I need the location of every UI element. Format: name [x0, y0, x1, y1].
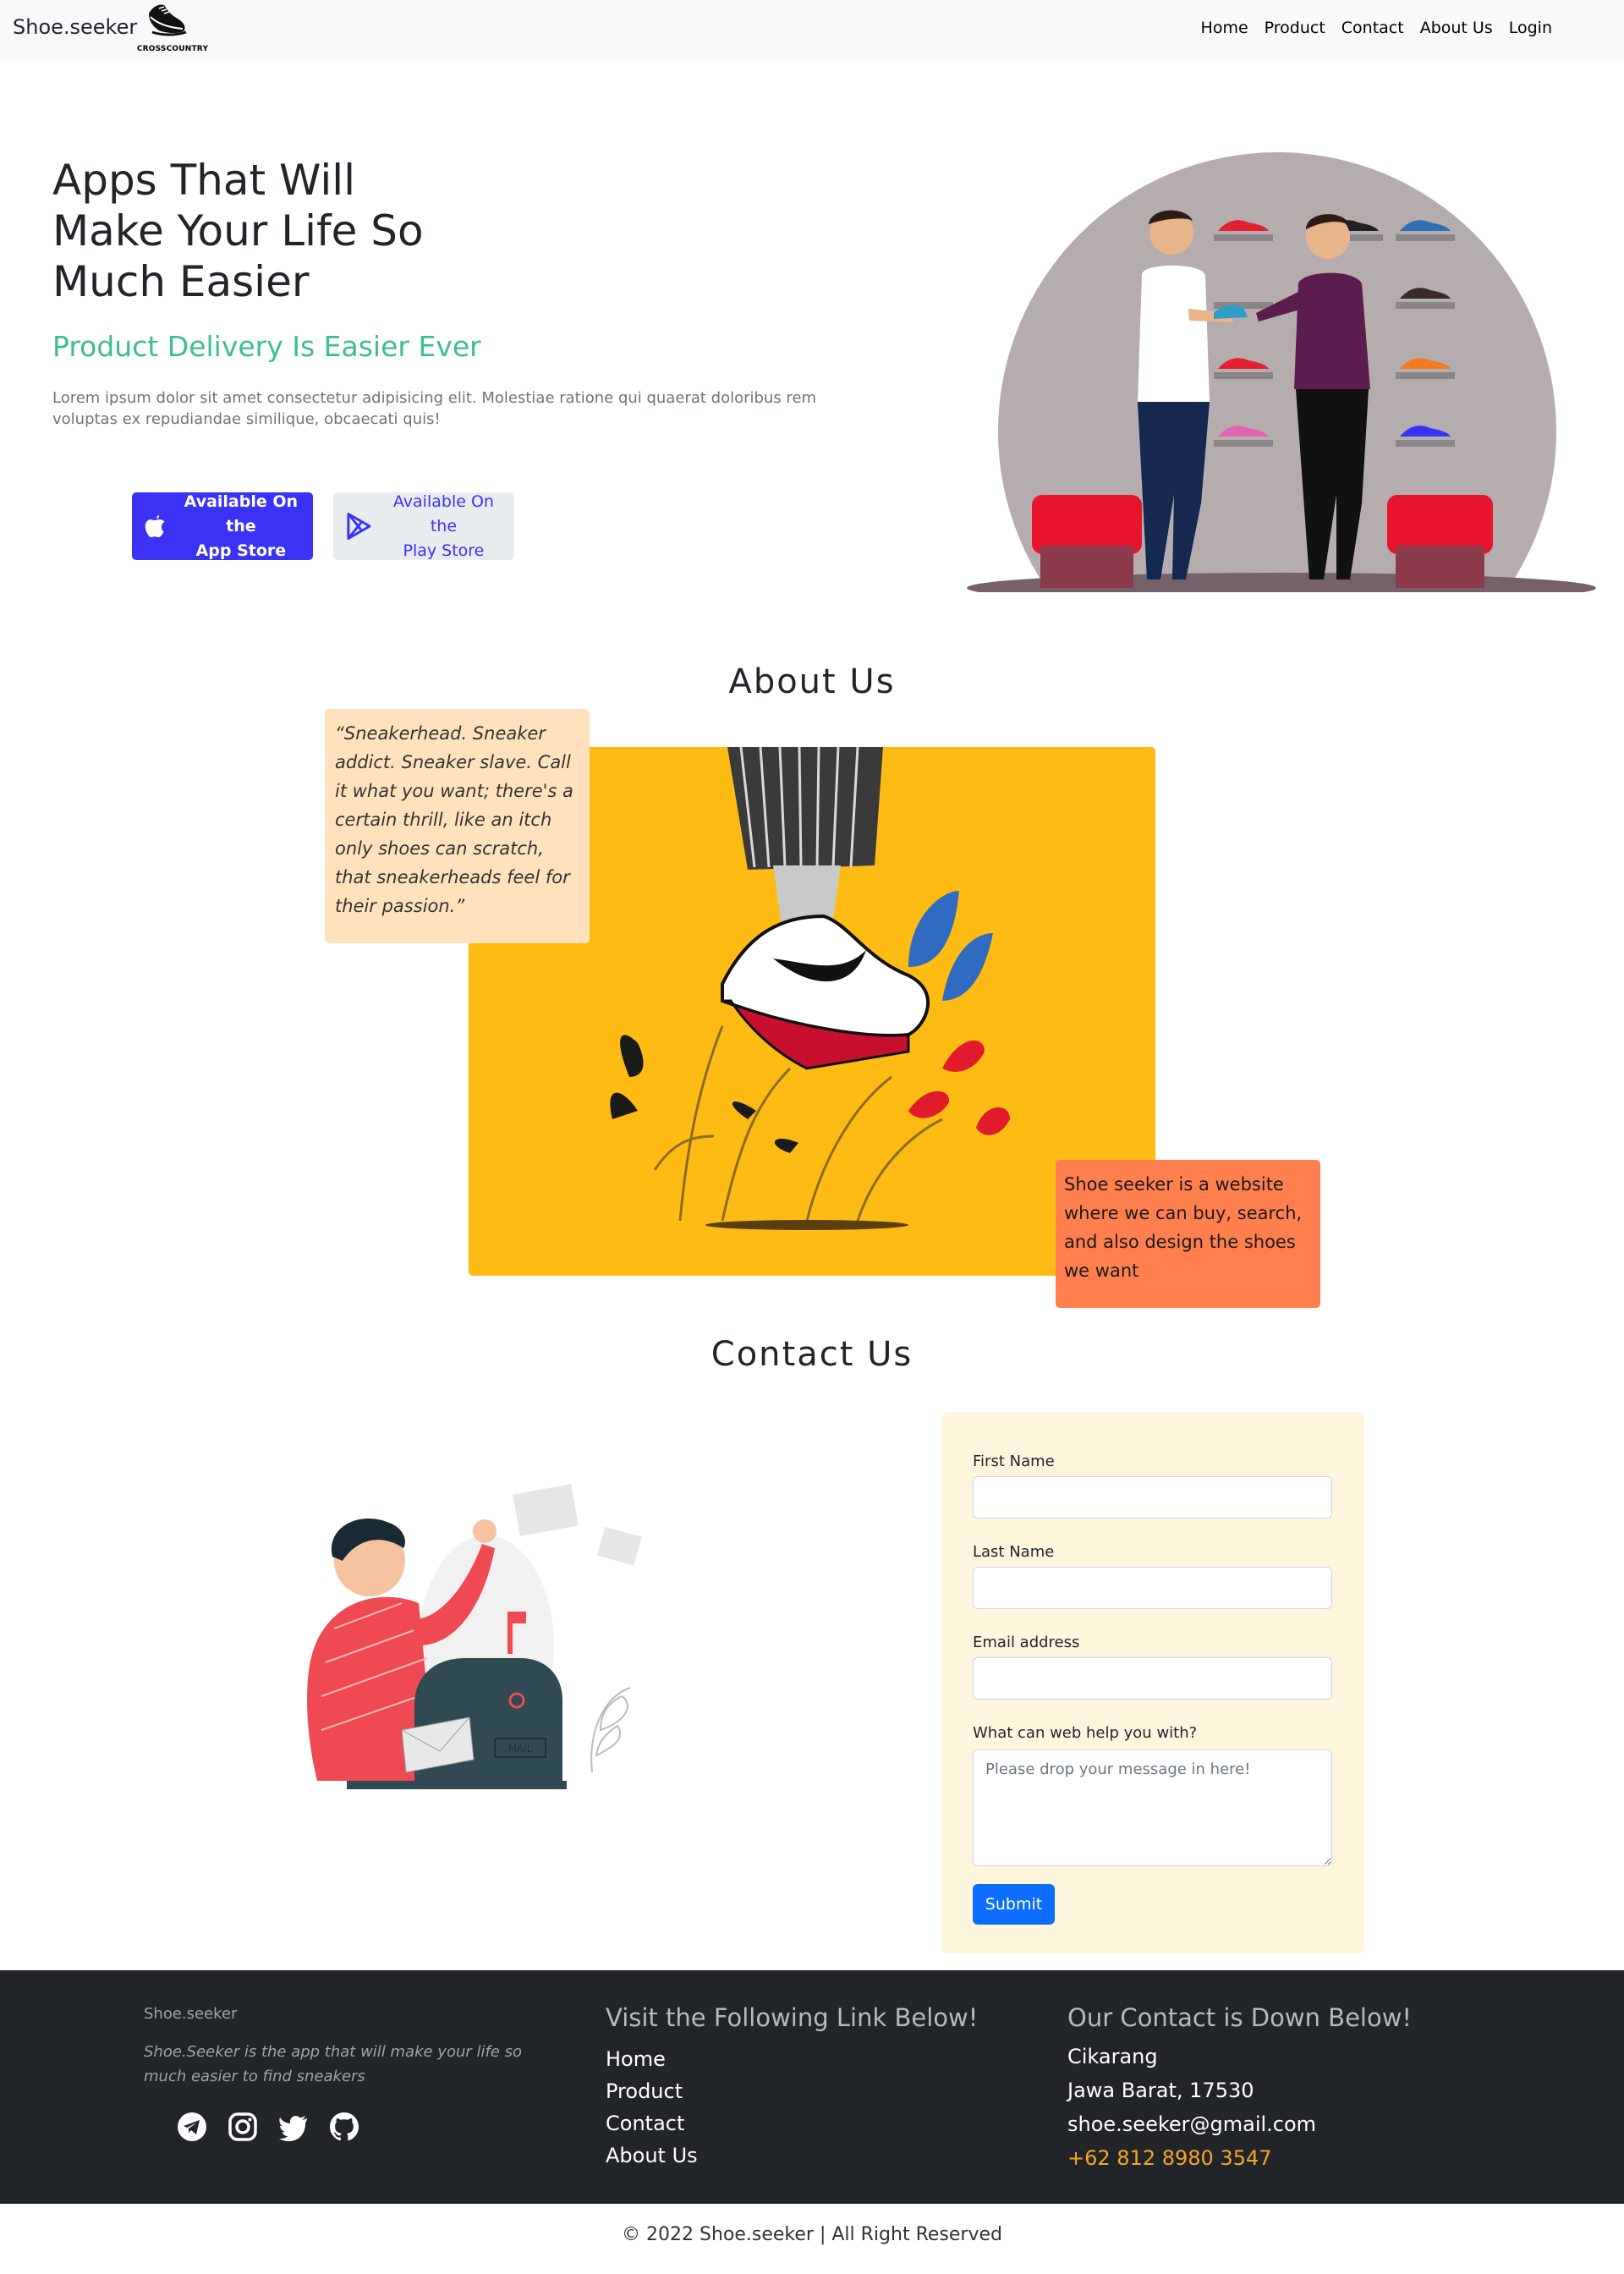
nav-login[interactable]: Login [1509, 19, 1552, 37]
instagram-icon[interactable] [228, 2112, 258, 2142]
contact-form: First Name Last Name Email address What … [941, 1412, 1364, 1953]
message-label: What can web help you with? [973, 1724, 1198, 1742]
first-name-label: First Name [973, 1453, 1055, 1470]
email-input[interactable] [973, 1657, 1332, 1700]
navbar: Shoe.seeker CROSSCOUNTRY Home Product Co… [0, 0, 1624, 59]
footer: Shoe.seeker Shoe.Seeker is the app that … [0, 1970, 1624, 2204]
footer-phone[interactable]: +62 812 8980 3547 [1067, 2141, 1316, 2175]
app-store-line2: App Store [195, 541, 287, 560]
about-description: Shoe seeker is a website where we can bu… [1056, 1160, 1320, 1308]
footer-link-home[interactable]: Home [606, 2043, 698, 2075]
last-name-label: Last Name [973, 1543, 1055, 1561]
play-store-icon [347, 513, 371, 540]
first-name-input[interactable] [973, 1476, 1332, 1519]
nav-home[interactable]: Home [1201, 19, 1248, 37]
last-name-input[interactable] [973, 1567, 1332, 1609]
footer-city: Cikarang [1067, 2045, 1158, 2068]
hero-title: Apps That Will Make Your Life So Much Ea… [52, 156, 424, 306]
nav-contact[interactable]: Contact [1341, 19, 1404, 37]
footer-contact-title: Our Contact is Down Below! [1067, 2003, 1413, 2032]
nav-about-us[interactable]: About Us [1420, 19, 1493, 37]
footer-email[interactable]: shoe.seeker@gmail.com [1067, 2107, 1316, 2141]
hero-subtitle: Product Delivery Is Easier Ever [52, 330, 481, 363]
footer-link-product[interactable]: Product [606, 2075, 698, 2107]
play-store-button[interactable]: Available On the Play Store [333, 492, 514, 560]
about-title: About Us [728, 662, 896, 701]
submit-button[interactable]: Submit [973, 1884, 1055, 1925]
shoe-store-illustration [964, 152, 1599, 613]
apple-icon [145, 514, 165, 538]
social-links [177, 2112, 359, 2142]
footer-link-about-us[interactable]: About Us [606, 2139, 698, 2172]
contact-title: Contact Us [710, 1335, 914, 1374]
nav-product[interactable]: Product [1265, 19, 1325, 37]
github-icon[interactable] [329, 2112, 359, 2142]
message-textarea[interactable] [973, 1749, 1332, 1866]
mailbox-label: MAIL [508, 1743, 533, 1755]
sneaker-logo-icon [149, 4, 187, 36]
mailbox-man-illustration: MAIL [307, 1484, 642, 1789]
twitter-icon[interactable] [278, 2112, 309, 2142]
footer-links-title: Visit the Following Link Below! [606, 2003, 979, 2032]
play-store-line1: Available On the [392, 492, 494, 536]
brand-logo-tag: CROSSCOUNTRY [136, 45, 209, 53]
email-label: Email address [973, 1634, 1080, 1651]
footer-region: Jawa Barat, 17530 [1067, 2079, 1254, 2102]
brand-link[interactable]: Shoe.seeker [13, 15, 137, 39]
footer-links: Home Product Contact About Us [606, 2043, 698, 2172]
footer-link-contact[interactable]: Contact [606, 2107, 698, 2139]
sneakerhead-quote: “Sneakerhead. Sneaker addict. Sneaker sl… [325, 709, 590, 943]
hero-description: Lorem ipsum dolor sit amet consectetur a… [52, 389, 817, 428]
brand-logo[interactable]: CROSSCOUNTRY [134, 0, 211, 59]
footer-contact-info: Cikarang Jawa Barat, 17530 shoe.seeker@g… [1067, 2040, 1316, 2175]
app-store-line1: Available On the [184, 492, 299, 536]
nav-links: Home Product Contact About Us Login [1201, 19, 1552, 37]
telegram-icon[interactable] [177, 2112, 207, 2142]
app-store-button[interactable]: Available On the App Store [132, 492, 313, 560]
copyright: © 2022 Shoe.seeker | All Right Reserved [622, 2224, 1002, 2245]
play-store-line2: Play Store [403, 541, 485, 560]
footer-brand: Shoe.seeker [144, 2005, 238, 2023]
footer-tagline: Shoe.Seeker is the app that will make yo… [144, 2043, 523, 2085]
